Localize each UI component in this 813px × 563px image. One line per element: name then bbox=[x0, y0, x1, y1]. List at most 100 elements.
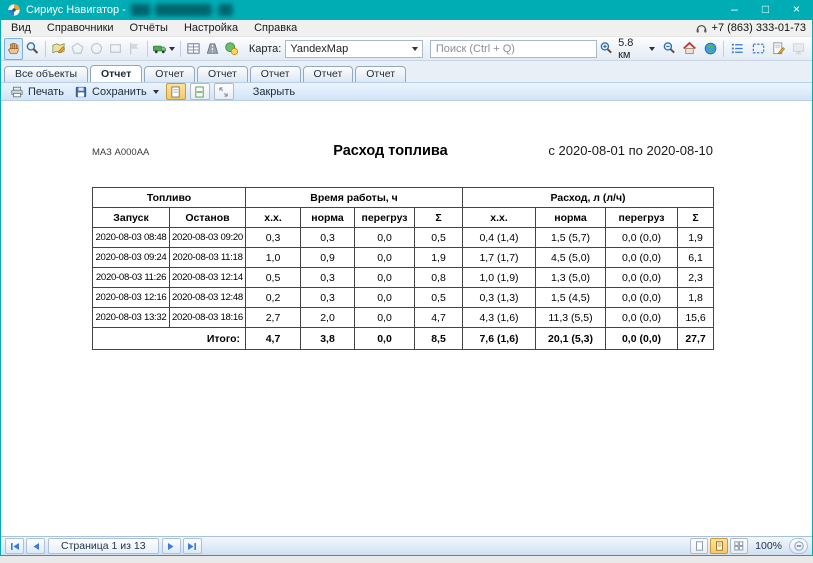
tab-bar: Все объектыОтчетОтчетОтчетОтчетОтчетОтче… bbox=[1, 61, 812, 82]
page-edit-icon bbox=[771, 41, 786, 56]
col-header-overload-fuel: перегруз bbox=[606, 208, 678, 228]
app-icon bbox=[7, 3, 21, 17]
table-cell: 0,0 bbox=[355, 268, 415, 288]
table-cell: 1,3 (5,0) bbox=[536, 268, 606, 288]
road-button[interactable] bbox=[203, 38, 222, 60]
map-scale-caret[interactable] bbox=[649, 47, 655, 51]
close-report-button[interactable]: Закрыть bbox=[249, 84, 299, 99]
single-page-icon bbox=[695, 541, 704, 551]
col-header-idle-time: х.х. bbox=[246, 208, 301, 228]
page-icon bbox=[170, 86, 181, 98]
preview-fit-page-button[interactable] bbox=[710, 538, 728, 554]
tab-report-3[interactable]: Отчет bbox=[197, 66, 248, 82]
zoom-in-button[interactable] bbox=[597, 38, 617, 60]
zoom-tool-button[interactable] bbox=[23, 38, 42, 60]
tab-report-2[interactable]: Отчет bbox=[144, 66, 195, 82]
view-page-width-button[interactable] bbox=[190, 83, 210, 100]
save-button[interactable]: Сохранить bbox=[70, 84, 163, 99]
table-cell: 1,0 (1,9) bbox=[463, 268, 536, 288]
table-column-header-row: Запуск Останов х.х. норма перегруз Σ х.х… bbox=[93, 208, 714, 228]
fit-page-icon bbox=[715, 541, 724, 551]
tab-report-6[interactable]: Отчет bbox=[355, 66, 406, 82]
tab-report-4[interactable]: Отчет bbox=[250, 66, 301, 82]
table-cell: 1,5 (5,7) bbox=[536, 228, 606, 248]
map-select[interactable]: YandexMap bbox=[285, 40, 423, 58]
table-cell: 2020-08-03 09:24 bbox=[93, 248, 170, 268]
search-input[interactable] bbox=[430, 40, 597, 58]
report-object-name: МАЗ A000AA bbox=[92, 147, 260, 158]
print-button[interactable]: Печать bbox=[6, 84, 68, 99]
menu-view[interactable]: Вид bbox=[3, 21, 39, 35]
menu-settings[interactable]: Настройка bbox=[176, 21, 246, 35]
preview-single-page-button[interactable] bbox=[690, 538, 708, 554]
close-button[interactable]: × bbox=[781, 0, 812, 20]
road-icon bbox=[205, 41, 220, 56]
maximize-button[interactable]: □ bbox=[750, 0, 781, 20]
tab-all-objects[interactable]: Все объекты bbox=[4, 66, 88, 82]
menu-reports[interactable]: Отчёты bbox=[122, 21, 176, 35]
total-cell: 3,8 bbox=[301, 328, 355, 350]
col-header-norm-time: норма bbox=[301, 208, 355, 228]
first-page-button[interactable] bbox=[5, 538, 24, 554]
title-bar: Сириус Навигатор - ███ «█████████» (██) … bbox=[1, 0, 812, 20]
window-title: Сириус Навигатор - bbox=[26, 4, 126, 16]
preview-multi-page-button[interactable] bbox=[730, 538, 748, 554]
table-icon bbox=[186, 41, 201, 56]
map-select-label: Карта: bbox=[249, 43, 282, 55]
circle-tool-button bbox=[87, 38, 106, 60]
zoom-level: 100% bbox=[755, 540, 782, 552]
support-phone: +7 (863) 333-01-73 bbox=[695, 22, 810, 35]
hand-icon bbox=[6, 41, 21, 56]
pan-tool-button[interactable] bbox=[4, 38, 23, 60]
next-page-button[interactable] bbox=[162, 538, 181, 554]
minus-icon bbox=[794, 541, 804, 551]
table-cell: 0,3 bbox=[301, 228, 355, 248]
table-cell: 0,4 (1,4) bbox=[463, 228, 536, 248]
col-header-overload-time: перегруз bbox=[355, 208, 415, 228]
save-dropdown-caret[interactable] bbox=[153, 90, 159, 94]
table-cell: 0,0 bbox=[355, 228, 415, 248]
view-fit-button[interactable] bbox=[214, 83, 234, 100]
globe-button[interactable] bbox=[700, 38, 720, 60]
selection-frame-button[interactable] bbox=[748, 38, 768, 60]
first-page-icon bbox=[10, 542, 20, 551]
menu-directories[interactable]: Справочники bbox=[39, 21, 122, 35]
page-indicator: Страница 1 из 13 bbox=[48, 538, 159, 554]
tab-report-5[interactable]: Отчет bbox=[303, 66, 354, 82]
headset-icon bbox=[695, 22, 708, 35]
zoom-decrease-button[interactable] bbox=[789, 538, 808, 554]
prev-page-icon bbox=[31, 542, 41, 551]
total-cell: 4,7 bbox=[246, 328, 301, 350]
table-cell: 0,9 bbox=[301, 248, 355, 268]
view-whole-page-button[interactable] bbox=[166, 83, 186, 100]
last-page-icon bbox=[187, 542, 197, 551]
app-window: Сириус Навигатор - ███ «█████████» (██) … bbox=[0, 0, 813, 556]
group-header-consumption: Расход, л (л/ч) bbox=[463, 188, 714, 208]
tab-report-1[interactable]: Отчет bbox=[90, 65, 142, 82]
list-icon bbox=[730, 41, 745, 56]
table-cell: 1,8 bbox=[678, 288, 714, 308]
table-row: 2020-08-03 11:262020-08-03 12:140,50,30,… bbox=[93, 268, 714, 288]
object-list-button[interactable] bbox=[727, 38, 747, 60]
prev-page-button[interactable] bbox=[26, 538, 45, 554]
map-zoom-toolbar: 5.8 км bbox=[597, 37, 809, 61]
globe-coin-icon bbox=[224, 41, 239, 56]
total-cell: 0,0 bbox=[355, 328, 415, 350]
home-button[interactable] bbox=[680, 38, 700, 60]
group-header-fuel: Топливо bbox=[93, 188, 246, 208]
menu-help[interactable]: Справка bbox=[246, 21, 305, 35]
map-edit-button[interactable] bbox=[49, 38, 68, 60]
minimize-button[interactable]: – bbox=[719, 0, 750, 20]
table-cell: 0,0 bbox=[355, 288, 415, 308]
table-cell: 2020-08-03 13:32 bbox=[93, 308, 170, 328]
total-cell: 20,1 (5,3) bbox=[536, 328, 606, 350]
map-scale-value[interactable]: 5.8 км bbox=[618, 37, 646, 61]
table-view-button[interactable] bbox=[184, 38, 203, 60]
geo-finance-button[interactable] bbox=[222, 38, 241, 60]
edit-page-button[interactable] bbox=[768, 38, 788, 60]
vehicle-button[interactable] bbox=[151, 38, 177, 60]
last-page-button[interactable] bbox=[183, 538, 202, 554]
table-cell: 0,3 bbox=[246, 228, 301, 248]
zoom-out-button[interactable] bbox=[659, 38, 679, 60]
table-row: 2020-08-03 13:322020-08-03 18:162,72,00,… bbox=[93, 308, 714, 328]
